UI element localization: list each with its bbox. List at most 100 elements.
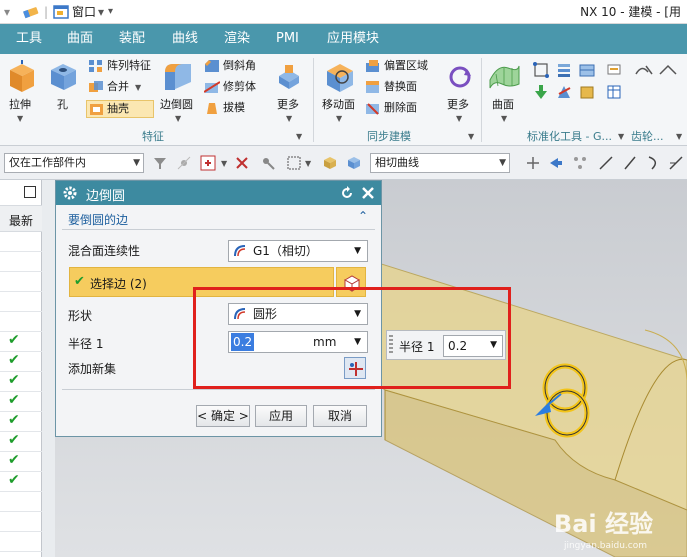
window-menu[interactable]: 窗口 bbox=[72, 4, 96, 20]
navigator-row[interactable]: ✔ bbox=[0, 392, 42, 412]
navigator-header bbox=[0, 180, 42, 206]
navigator-row[interactable] bbox=[0, 232, 42, 252]
navigator-row[interactable] bbox=[0, 292, 42, 312]
cut-tool-icon[interactable] bbox=[556, 84, 572, 100]
selection-toolbar: 仅在工作部件内 ▼ ▼ ▼ 相切曲线 ▼ bbox=[0, 146, 687, 180]
chevron-down-icon[interactable]: ▼ bbox=[221, 159, 227, 168]
navigator-row[interactable] bbox=[0, 532, 42, 552]
sync-group-expand-icon[interactable]: ▼ bbox=[468, 132, 474, 141]
gear-curve-icon[interactable] bbox=[634, 62, 654, 78]
on-screen-radius-field[interactable]: 半径 1 0.2 ▼ bbox=[386, 330, 506, 360]
navigator-row[interactable] bbox=[0, 252, 42, 272]
chevron-down-icon[interactable]: ▼ bbox=[305, 159, 311, 168]
snap-cross-icon[interactable] bbox=[234, 155, 250, 171]
quick-access-customize-icon[interactable]: ▾ bbox=[108, 4, 113, 20]
part-icon[interactable] bbox=[322, 155, 338, 171]
gear-line-icon[interactable] bbox=[658, 62, 678, 78]
tab-surface[interactable]: 曲面 bbox=[67, 24, 93, 54]
navigator-row[interactable]: ✔ bbox=[0, 432, 42, 452]
body-icon[interactable] bbox=[346, 155, 362, 171]
feature-group-expand-icon[interactable]: ▼ bbox=[296, 132, 302, 141]
group-separator bbox=[313, 58, 314, 142]
tab-render[interactable]: 渲染 bbox=[224, 24, 250, 54]
selection-filter-combo[interactable]: 仅在工作部件内 ▼ bbox=[4, 153, 144, 173]
navigator-row[interactable]: ✔ bbox=[0, 412, 42, 432]
unite-label: 合并 bbox=[107, 80, 129, 93]
filter-icon[interactable] bbox=[152, 155, 168, 171]
point-set-icon[interactable] bbox=[533, 62, 549, 78]
layers-icon[interactable] bbox=[579, 62, 595, 78]
surface-icon bbox=[489, 65, 520, 89]
move-face-caret-icon[interactable]: ▼ bbox=[336, 114, 342, 123]
chevron-down-icon[interactable]: ▼ bbox=[490, 340, 497, 350]
stack-icon[interactable] bbox=[556, 62, 572, 78]
navigator-row[interactable]: ✔ bbox=[0, 352, 42, 372]
window-menu-caret-icon[interactable]: ▾ bbox=[98, 4, 104, 20]
add-select-icon[interactable] bbox=[200, 155, 220, 171]
offset-region-icon bbox=[366, 60, 379, 72]
edit-icon[interactable] bbox=[606, 62, 622, 78]
cancel-button[interactable]: 取消 bbox=[313, 405, 367, 427]
eraser-icon[interactable] bbox=[22, 4, 40, 20]
tab-assembly[interactable]: 装配 bbox=[119, 24, 145, 54]
window-icon[interactable] bbox=[53, 4, 69, 20]
offset-region-label: 偏置区域 bbox=[384, 59, 428, 72]
arrow-down-green-icon[interactable] bbox=[533, 84, 549, 100]
unite-caret-icon[interactable]: ▼ bbox=[135, 83, 141, 92]
panel-splitter[interactable] bbox=[42, 180, 55, 557]
collapse-chevron-icon[interactable]: ⌃ bbox=[358, 209, 368, 223]
curve-rule-combo[interactable]: 相切曲线 ▼ bbox=[370, 153, 510, 173]
network-icon[interactable] bbox=[572, 155, 588, 171]
continuity-select[interactable]: G1（相切） ▼ bbox=[228, 240, 368, 262]
navigator-row[interactable] bbox=[0, 512, 42, 532]
dialog-title-bar[interactable]: 边倒圆 bbox=[56, 181, 381, 205]
navigator-row[interactable] bbox=[0, 312, 42, 332]
section-header[interactable]: 要倒圆的边 ⌃ bbox=[56, 205, 381, 229]
navigator-row[interactable]: ✔ bbox=[0, 372, 42, 392]
tab-curve[interactable]: 曲线 bbox=[172, 24, 198, 54]
drag-handle[interactable] bbox=[389, 335, 393, 355]
surface-caret-icon[interactable]: ▼ bbox=[501, 114, 507, 123]
more-sync-icon bbox=[449, 66, 471, 88]
snap-point-icon[interactable] bbox=[176, 155, 192, 171]
edge-blend-label: 边倒圆 bbox=[160, 98, 193, 111]
follow-fillet-icon[interactable] bbox=[548, 155, 564, 171]
reset-icon[interactable] bbox=[340, 186, 354, 200]
line-icon[interactable] bbox=[622, 155, 638, 171]
standard-tools-expand-icon[interactable]: ▼ bbox=[618, 132, 624, 141]
extrude-caret-icon[interactable]: ▼ bbox=[17, 114, 23, 123]
cross-line-icon[interactable] bbox=[668, 155, 684, 171]
navigator-row[interactable]: ✔ bbox=[0, 472, 42, 492]
table-icon[interactable] bbox=[606, 84, 622, 100]
more-feature-icon bbox=[279, 65, 299, 89]
curve-icon[interactable] bbox=[646, 155, 662, 171]
tab-pmi[interactable]: PMI bbox=[276, 24, 299, 54]
add-new-set-label: 添加新集 bbox=[68, 362, 117, 376]
column-header[interactable]: 最新 bbox=[0, 206, 42, 232]
float-radius-input[interactable]: 0.2 ▼ bbox=[443, 335, 503, 357]
navigator-row[interactable] bbox=[0, 492, 42, 512]
feature-more-caret-icon[interactable]: ▼ bbox=[286, 114, 292, 123]
line-icon[interactable] bbox=[598, 155, 614, 171]
sync-more-caret-icon[interactable]: ▼ bbox=[456, 114, 462, 123]
quick-access-caret-icon[interactable]: ▾ bbox=[4, 4, 10, 20]
navigator-row[interactable]: ✔ bbox=[0, 332, 42, 352]
ok-button[interactable]: < 确定 > bbox=[196, 405, 250, 427]
edge-blend-caret-icon[interactable]: ▼ bbox=[175, 114, 181, 123]
apply-button[interactable]: 应用 bbox=[255, 405, 307, 427]
stop-at-intersection-icon[interactable] bbox=[525, 155, 541, 171]
tab-tools[interactable]: 工具 bbox=[16, 24, 42, 54]
gear-group-label: 齿轮... bbox=[631, 130, 664, 143]
navigator-row[interactable] bbox=[0, 552, 42, 557]
navigator-row[interactable] bbox=[0, 272, 42, 292]
shell-button[interactable]: 抽壳 bbox=[86, 100, 154, 118]
close-icon[interactable] bbox=[361, 186, 375, 200]
point-snap-icon[interactable] bbox=[260, 155, 276, 171]
tab-application[interactable]: 应用模块 bbox=[327, 24, 379, 54]
maximize-icon[interactable] bbox=[24, 186, 36, 198]
gold-box-icon[interactable] bbox=[579, 84, 595, 100]
rectangle-select-icon[interactable] bbox=[286, 155, 302, 171]
navigator-row[interactable]: ✔ bbox=[0, 452, 42, 472]
gear-group-expand-icon[interactable]: ▼ bbox=[676, 132, 682, 141]
gear-icon[interactable] bbox=[62, 185, 78, 201]
